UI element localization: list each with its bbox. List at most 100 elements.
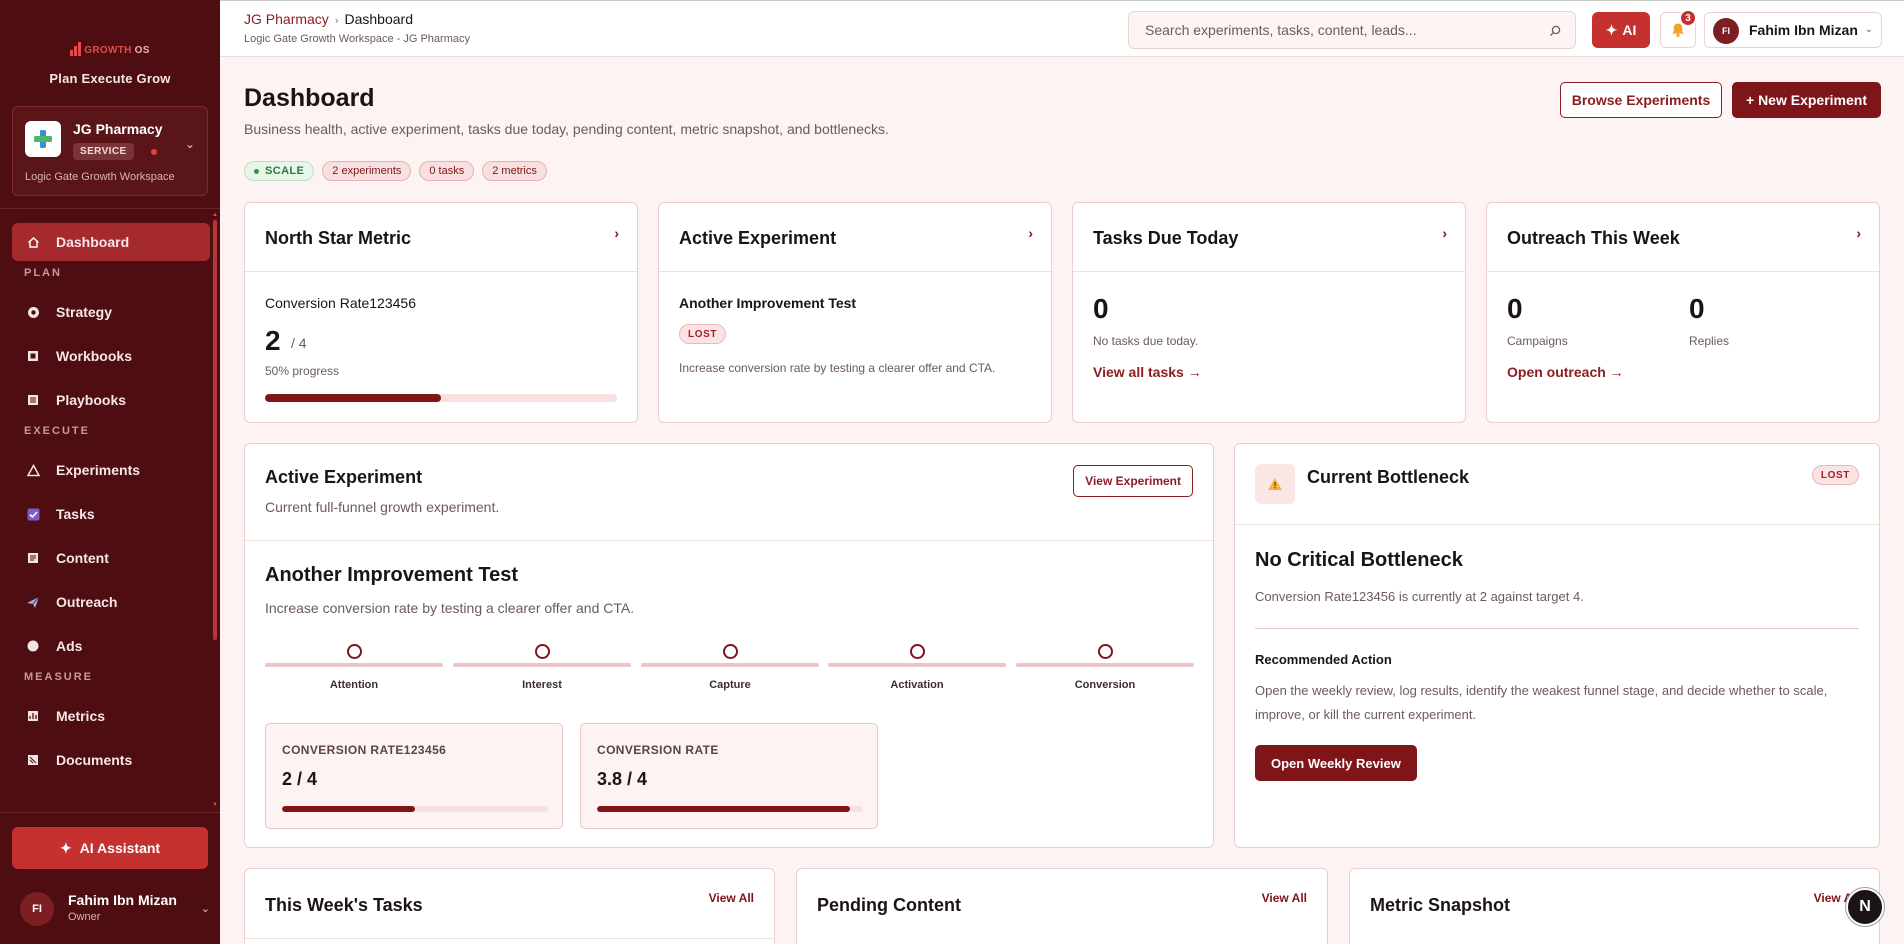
search-input[interactable]: [1129, 12, 1575, 48]
status-dot: [254, 168, 259, 174]
metric-label: CONVERSION RATE123456: [282, 743, 447, 757]
stage-circle-icon: [347, 644, 362, 659]
sidebar-item-tasks[interactable]: Tasks: [12, 495, 210, 533]
sidebar-item-experiments[interactable]: Experiments: [12, 451, 210, 489]
sidebar: GROWTH OS Plan Execute Grow JG Pharmacy S…: [0, 0, 220, 944]
metric-snapshot-card: Metric Snapshot View All: [1349, 868, 1880, 944]
sidebar-item-label: Experiments: [56, 462, 141, 478]
nav-section-execute: EXECUTE: [24, 425, 90, 437]
chevron-down-icon: ⌄: [1864, 24, 1873, 35]
new-experiment-button[interactable]: + New Experiment: [1732, 82, 1881, 118]
sidebar-item-dashboard[interactable]: Dashboard: [12, 223, 210, 261]
chevron-right-icon[interactable]: ›: [1856, 225, 1861, 241]
breadcrumb-subtitle: Logic Gate Growth Workspace - JG Pharmac…: [244, 33, 470, 45]
stage-label: Activation: [890, 679, 944, 691]
sidebar-item-workbooks[interactable]: Workbooks: [12, 337, 210, 375]
stage-chip-label: SCALE: [265, 165, 305, 177]
workspace-switcher[interactable]: JG Pharmacy SERVICE ⌄ Logic Gate Growth …: [12, 106, 208, 196]
funnel-stage-conversion[interactable]: Conversion: [1016, 644, 1194, 696]
active-experiment-panel: Active Experiment Current full-funnel gr…: [244, 443, 1214, 848]
funnel-stages: Attention Interest Capture Activation Co…: [265, 644, 1196, 696]
funnel-stage-interest[interactable]: Interest: [453, 644, 631, 696]
metrics-count-chip: 2 metrics: [482, 161, 547, 181]
status-badge: LOST: [679, 324, 727, 344]
weekly-tasks-card: This Week's Tasks View All: [244, 868, 775, 944]
panel-title: Current Bottleneck: [1307, 467, 1470, 487]
nav-section-measure: MEASURE: [24, 671, 94, 683]
chevron-right-icon[interactable]: ›: [1442, 225, 1447, 241]
ai-assistant-button[interactable]: ✦ AI Assistant: [12, 827, 208, 869]
view-experiment-button[interactable]: View Experiment: [1073, 465, 1193, 497]
sidebar-item-label: Workbooks: [56, 348, 132, 364]
view-all-link[interactable]: View All: [709, 891, 754, 905]
view-all-link[interactable]: View All: [1262, 891, 1307, 905]
sidebar-item-label: Playbooks: [56, 392, 127, 408]
stage-label: Interest: [522, 679, 562, 691]
metric-progress-bar: [597, 806, 863, 812]
sidebar-item-metrics[interactable]: Metrics: [12, 697, 210, 735]
user-menu[interactable]: FI Fahim Ibn Mizan ⌄: [1704, 12, 1882, 48]
chevron-right-icon[interactable]: ›: [614, 225, 619, 241]
sidebar-item-ads[interactable]: Ads: [12, 627, 210, 665]
playbook-icon: [26, 393, 40, 407]
brand-logo[interactable]: GROWTH OS: [70, 42, 149, 56]
active-experiment-summary-card[interactable]: Active Experiment › Another Improvement …: [658, 202, 1052, 423]
card-title: This Week's Tasks: [265, 895, 423, 915]
progress-fill: [282, 806, 415, 812]
pending-content-card: Pending Content View All: [796, 868, 1328, 944]
open-weekly-review-button[interactable]: Open Weekly Review: [1255, 745, 1417, 781]
tasks-due-count: 0: [1093, 293, 1109, 324]
ai-assistant-label: AI Assistant: [79, 840, 161, 856]
sidebar-scroll-thumb[interactable]: [213, 220, 217, 640]
sidebar-item-documents[interactable]: Documents: [12, 741, 210, 779]
funnel-stage-capture[interactable]: Capture: [641, 644, 819, 696]
sidebar-item-playbooks[interactable]: Playbooks: [12, 381, 210, 419]
outreach-week-card[interactable]: Outreach This Week › 0 Campaigns 0 Repli…: [1486, 202, 1880, 423]
global-search: [1128, 11, 1576, 49]
sparkle-icon: ✦: [59, 839, 72, 856]
sidebar-user-menu[interactable]: FI Fahim Ibn Mizan Owner ⌄: [20, 890, 210, 930]
page-title: Dashboard: [244, 84, 375, 112]
floating-assistant-button[interactable]: N: [1846, 888, 1884, 926]
scroll-down-icon[interactable]: ▼: [212, 802, 218, 808]
document-icon: [26, 551, 40, 565]
stage-label: Capture: [709, 679, 751, 691]
sidebar-item-strategy[interactable]: Strategy: [12, 293, 210, 331]
stage-circle-icon: [535, 644, 550, 659]
sidebar-scrollbar[interactable]: ▲ ▼: [212, 212, 218, 808]
browse-experiments-button[interactable]: Browse Experiments: [1560, 82, 1722, 118]
flask-icon: [26, 463, 40, 477]
open-outreach-link[interactable]: Open outreach →: [1507, 364, 1624, 380]
funnel-stage-attention[interactable]: Attention: [265, 644, 443, 696]
funnel-stage-activation[interactable]: Activation: [828, 644, 1006, 696]
card-title: North Star Metric: [265, 228, 412, 248]
view-all-tasks-link[interactable]: View all tasks →: [1093, 364, 1202, 380]
ai-button-label: AI: [1622, 22, 1637, 38]
brand-logo-text: GROWTH: [84, 45, 132, 56]
airplane-icon: [26, 595, 40, 609]
brand: GROWTH OS Plan Execute Grow: [0, 42, 220, 86]
ai-button[interactable]: ✦ AI: [1592, 12, 1650, 48]
tasks-empty-text: No tasks due today.: [1093, 334, 1199, 348]
card-title: Outreach This Week: [1507, 228, 1680, 248]
breadcrumb-workspace[interactable]: JG Pharmacy: [244, 11, 329, 27]
user-role: Owner: [68, 911, 101, 923]
notification-count-badge: 3: [1679, 9, 1697, 27]
metric-box: CONVERSION RATE 3.8 / 4: [580, 723, 878, 829]
sidebar-nav: Dashboard PLAN Strategy Workbooks Playbo…: [12, 223, 210, 785]
stage-line: [453, 663, 631, 667]
user-name: Fahim Ibn Mizan: [1749, 22, 1858, 38]
tasks-due-today-card[interactable]: Tasks Due Today › 0 No tasks due today. …: [1072, 202, 1466, 423]
scroll-up-icon[interactable]: ▲: [212, 212, 218, 218]
workspace-subtitle: Logic Gate Growth Workspace: [25, 171, 175, 183]
sidebar-item-content[interactable]: Content: [12, 539, 210, 577]
north-star-card[interactable]: North Star Metric › Conversion Rate12345…: [244, 202, 638, 423]
sidebar-item-outreach[interactable]: Outreach: [12, 583, 210, 621]
replies-label: Replies: [1689, 334, 1730, 348]
sidebar-item-label: Dashboard: [56, 234, 130, 250]
chevron-right-icon[interactable]: ›: [1028, 225, 1033, 241]
experiment-name: Another Improvement Test: [679, 295, 857, 311]
documents-icon: [26, 753, 40, 767]
card-title: Metric Snapshot: [1370, 895, 1511, 915]
campaigns-count: 0: [1507, 293, 1523, 324]
